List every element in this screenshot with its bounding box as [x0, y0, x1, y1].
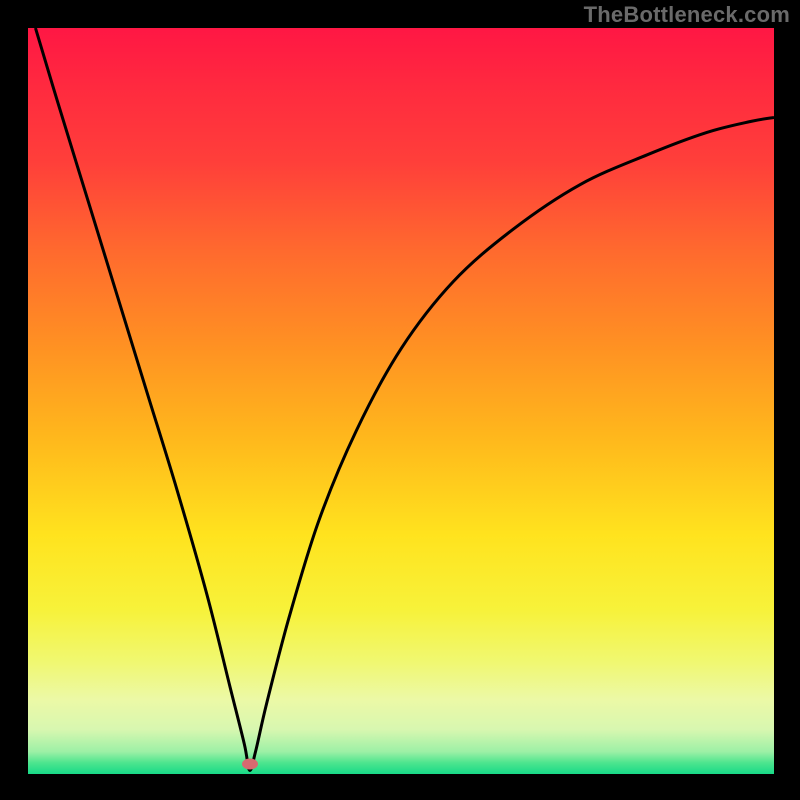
optimum-marker	[242, 759, 258, 770]
stage: TheBottleneck.com	[0, 0, 800, 800]
watermark-text: TheBottleneck.com	[584, 2, 790, 28]
bottleneck-curve	[28, 28, 774, 774]
plot-area	[28, 28, 774, 774]
